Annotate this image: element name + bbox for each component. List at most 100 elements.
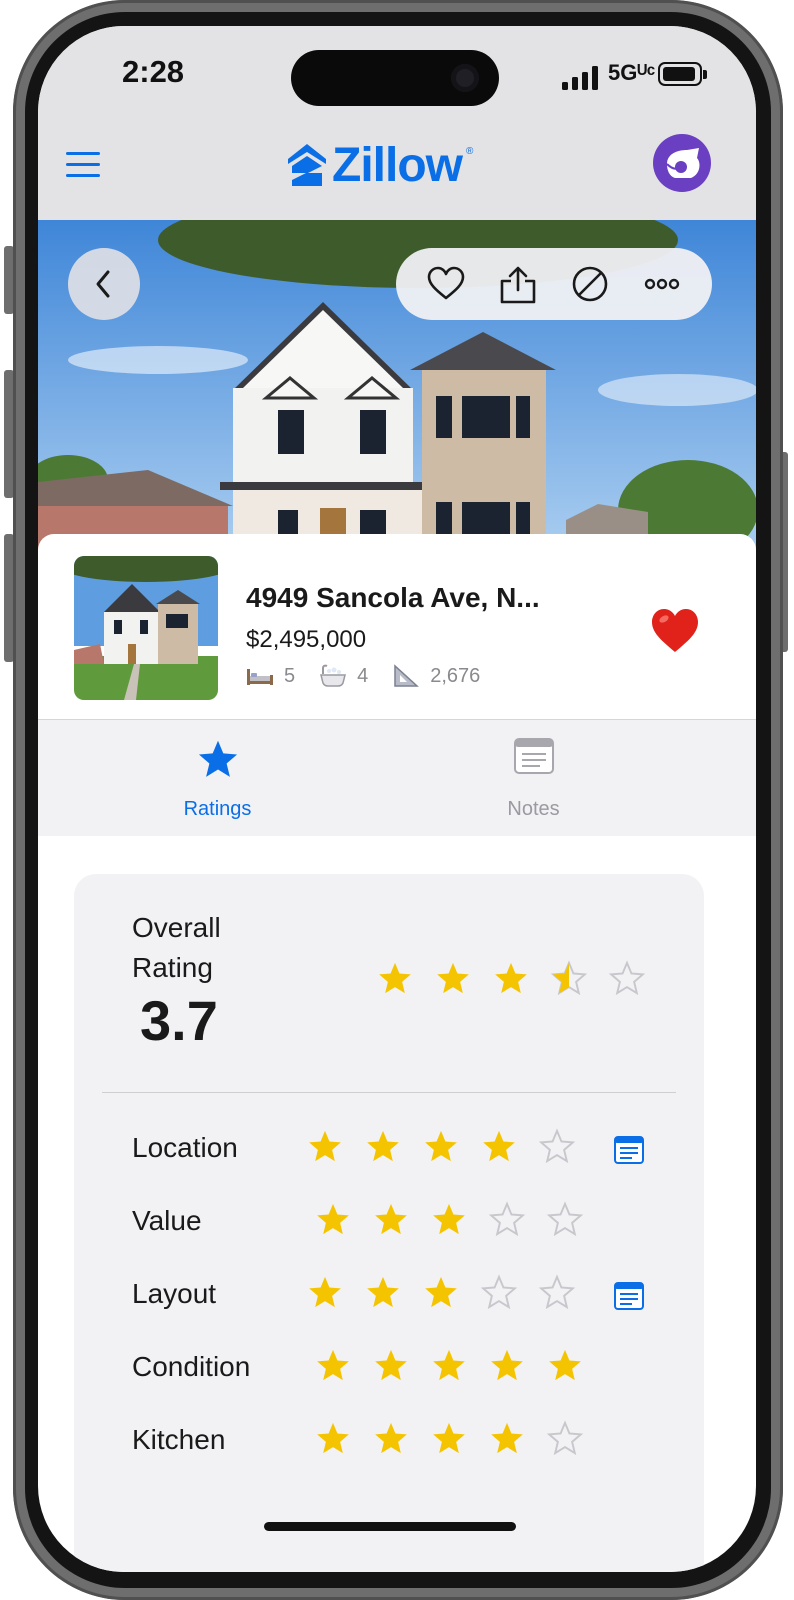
- hamburger-menu-icon[interactable]: [66, 152, 100, 178]
- star-filled-icon[interactable]: [492, 960, 530, 998]
- listing-price: $2,495,000: [246, 626, 367, 653]
- star-filled-icon[interactable]: [546, 1347, 584, 1385]
- star-empty-icon[interactable]: [546, 1201, 584, 1239]
- logo-wordmark: Zillow: [332, 138, 463, 192]
- star-half-icon[interactable]: [550, 960, 588, 998]
- registered-mark: ®: [465, 146, 474, 157]
- star-filled-icon[interactable]: [422, 1274, 460, 1312]
- overall-rating-stars: [376, 960, 646, 998]
- listing-summary-card[interactable]: 4949 Sancola Ave, N... $2,495,000 5 4 2,…: [38, 534, 756, 720]
- hide-icon[interactable]: [570, 264, 610, 304]
- avatar-illustration-icon: [666, 148, 700, 178]
- star-filled-icon[interactable]: [314, 1347, 352, 1385]
- dynamic-island: [291, 50, 499, 106]
- zillow-house-icon: [288, 144, 326, 186]
- star-empty-icon[interactable]: [538, 1128, 576, 1166]
- tab-notes[interactable]: Notes: [354, 720, 713, 836]
- network-type: 5Gᵁᶜ: [608, 60, 656, 85]
- star-filled-icon[interactable]: [314, 1201, 352, 1239]
- tab-notes-label: Notes: [507, 798, 560, 820]
- rating-label: Condition: [132, 1351, 251, 1382]
- listing-thumbnail[interactable]: [74, 556, 218, 700]
- battery-icon: [658, 62, 707, 86]
- note-icon[interactable]: [614, 1282, 644, 1310]
- detail-tabs: Ratings Notes: [38, 720, 756, 836]
- star-filled-icon[interactable]: [372, 1347, 410, 1385]
- ratings-panel: Overall Rating 3.7 Location Value Layout: [74, 874, 704, 1572]
- zillow-logo[interactable]: Zillow ®: [286, 138, 474, 192]
- bed-icon: [247, 669, 273, 685]
- triangle-ruler-icon: [394, 664, 420, 687]
- rating-label: Kitchen: [132, 1424, 226, 1455]
- star-filled-icon[interactable]: [372, 1420, 410, 1458]
- rating-stars[interactable]: [314, 1420, 584, 1458]
- beds-fact: 5: [246, 665, 295, 688]
- note-icon[interactable]: [614, 1136, 644, 1164]
- rating-row-kitchen: Kitchen: [74, 1416, 704, 1466]
- bathtub-icon: [320, 664, 347, 687]
- share-icon[interactable]: [498, 264, 538, 304]
- status-time: 2:28: [122, 54, 185, 89]
- rating-row-layout: Layout: [74, 1270, 704, 1320]
- sqft-fact: 2,676: [392, 664, 480, 688]
- phone-screen: 2:28 5Gᵁᶜ Zillow ® 4949 Sancola Ave, N..…: [38, 26, 756, 1572]
- tab-ratings-label: Ratings: [183, 798, 252, 820]
- star-filled-icon[interactable]: [372, 1201, 410, 1239]
- notes-icon: [513, 738, 554, 774]
- sqft-value: 2,676: [430, 664, 481, 687]
- star-filled-icon[interactable]: [306, 1128, 344, 1166]
- overall-rating-label: Overall Rating: [132, 912, 221, 983]
- rating-stars[interactable]: [306, 1274, 576, 1312]
- star-filled-icon[interactable]: [306, 1274, 344, 1312]
- rating-stars[interactable]: [306, 1128, 576, 1166]
- star-icon: [198, 740, 237, 777]
- star-filled-icon[interactable]: [422, 1128, 460, 1166]
- heart-icon[interactable]: [426, 264, 466, 304]
- listing-actions-toolbar: [396, 248, 712, 320]
- star-filled-icon[interactable]: [488, 1347, 526, 1385]
- panel-divider: [102, 1092, 676, 1093]
- rating-label: Location: [132, 1132, 238, 1163]
- front-camera: [451, 64, 479, 92]
- star-filled-icon[interactable]: [364, 1274, 402, 1312]
- star-filled-icon[interactable]: [364, 1128, 402, 1166]
- rating-label: Layout: [132, 1278, 217, 1309]
- baths-count: 4: [357, 664, 369, 687]
- star-empty-icon[interactable]: [538, 1274, 576, 1312]
- star-filled-icon[interactable]: [430, 1420, 468, 1458]
- rating-stars[interactable]: [314, 1347, 584, 1385]
- beds-count: 5: [284, 664, 296, 687]
- user-avatar[interactable]: [653, 134, 711, 192]
- listing-facts: 5 4 2,676: [246, 664, 504, 688]
- more-icon[interactable]: [642, 264, 682, 304]
- star-filled-icon[interactable]: [430, 1201, 468, 1239]
- baths-fact: 4: [319, 664, 368, 688]
- star-empty-icon[interactable]: [480, 1274, 518, 1312]
- overall-rating-value: 3.7: [140, 989, 218, 1052]
- rating-label: Value: [132, 1205, 202, 1236]
- rating-row-condition: Condition: [74, 1343, 704, 1393]
- note-icon[interactable]: [614, 1282, 644, 1310]
- rating-row-value: Value: [74, 1197, 704, 1247]
- listing-address: 4949 Sancola Ave, N...: [246, 582, 540, 613]
- back-button[interactable]: [68, 248, 140, 320]
- rating-stars[interactable]: [314, 1201, 584, 1239]
- star-empty-icon[interactable]: [546, 1420, 584, 1458]
- star-filled-icon[interactable]: [480, 1128, 518, 1166]
- star-filled-icon[interactable]: [430, 1347, 468, 1385]
- note-icon[interactable]: [614, 1136, 644, 1164]
- star-filled-icon[interactable]: [314, 1420, 352, 1458]
- star-empty-icon[interactable]: [488, 1201, 526, 1239]
- thumbnail-photo: [74, 556, 218, 700]
- app-header: 2:28 5Gᵁᶜ Zillow ®: [38, 26, 756, 226]
- favorite-heart-icon[interactable]: [650, 606, 700, 656]
- star-filled-icon[interactable]: [434, 960, 472, 998]
- tab-ratings[interactable]: Ratings: [38, 720, 397, 836]
- chevron-left-icon: [96, 270, 110, 298]
- signal-bars-icon: [562, 66, 598, 90]
- rating-row-location: Location: [74, 1124, 704, 1174]
- star-empty-icon[interactable]: [608, 960, 646, 998]
- star-filled-icon[interactable]: [488, 1420, 526, 1458]
- home-indicator: [264, 1522, 516, 1531]
- star-filled-icon[interactable]: [376, 960, 414, 998]
